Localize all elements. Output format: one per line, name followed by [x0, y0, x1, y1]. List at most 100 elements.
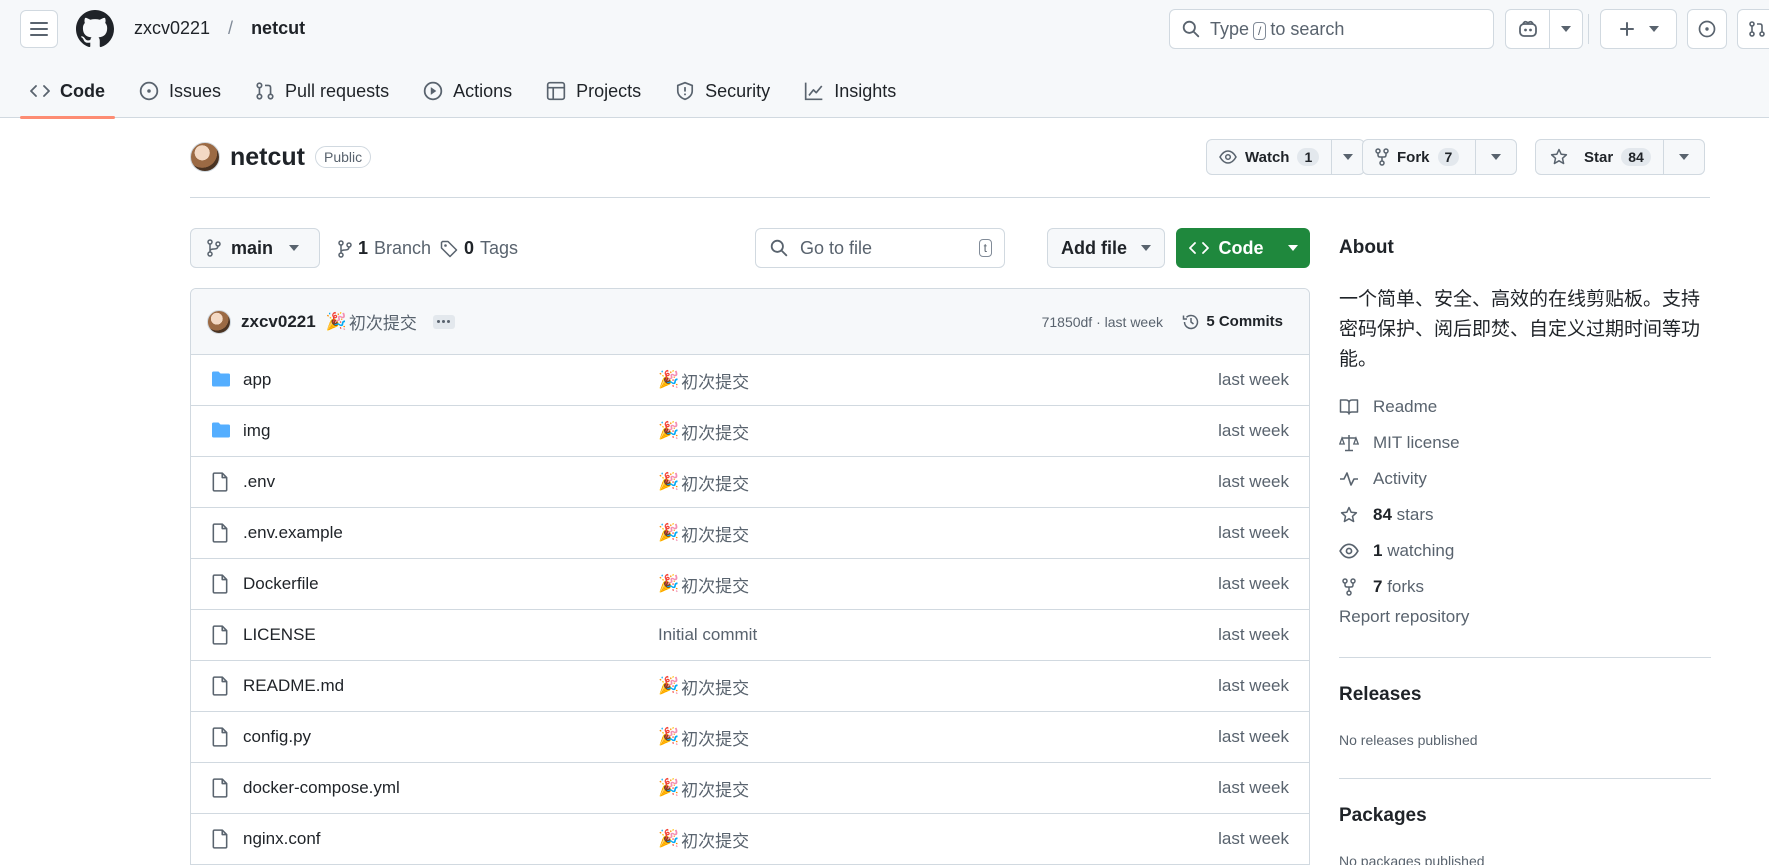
watch-count: 1 [1297, 148, 1320, 166]
star-icon [1340, 506, 1358, 523]
pull-requests-button[interactable] [1737, 9, 1769, 49]
avatar[interactable] [207, 309, 231, 334]
report-repository-link[interactable]: Report repository [1339, 607, 1711, 627]
file-commit-message-link[interactable]: Initial commit [658, 625, 757, 645]
file-icon [212, 727, 228, 747]
table-row[interactable]: docker-compose.yml 🎉 初次提交 last week [191, 763, 1309, 814]
table-row[interactable]: app 🎉 初次提交 last week [191, 355, 1309, 406]
search-shortcut-key: / [1253, 21, 1267, 40]
tab-issues[interactable]: Issues [137, 72, 233, 104]
file-name-link[interactable]: .env.example [243, 523, 343, 543]
file-commit-message-link[interactable]: 🎉 初次提交 [658, 470, 749, 495]
file-commit-message-link[interactable]: 🎉 初次提交 [658, 674, 749, 699]
branch-selector[interactable]: main [190, 228, 320, 268]
tab-security[interactable]: Security [673, 72, 782, 104]
menu-button[interactable] [20, 10, 58, 48]
watch-button[interactable]: Watch 1 [1206, 139, 1366, 175]
tab-pull-requests[interactable]: Pull requests [253, 72, 401, 104]
file-name-link[interactable]: README.md [243, 676, 344, 696]
activity-link[interactable]: Activity [1339, 461, 1711, 497]
star-dropdown[interactable] [1664, 140, 1704, 174]
file-name-link[interactable]: img [243, 421, 270, 441]
law-icon [1339, 435, 1359, 452]
search-suffix: to search [1270, 18, 1345, 39]
file-name-link[interactable]: nginx.conf [243, 829, 321, 849]
releases-heading[interactable]: Releases [1339, 684, 1711, 706]
file-commit-message-text: 初次提交 [681, 678, 750, 698]
table-row[interactable]: config.py 🎉 初次提交 last week [191, 712, 1309, 763]
file-commit-date: last week [1218, 421, 1289, 440]
file-name-link[interactable]: app [243, 370, 271, 390]
party-popper-icon: 🎉 [325, 311, 347, 331]
license-link[interactable]: MIT license [1339, 425, 1711, 461]
avatar[interactable] [190, 142, 220, 172]
table-row[interactable]: nginx.conf 🎉 初次提交 last week [191, 814, 1309, 865]
about-description: 一个简单、安全、高效的在线剪贴板。支持密码保护、阅后即焚、自定义过期时间等功能。 [1339, 289, 1701, 370]
copilot-button[interactable] [1505, 9, 1583, 49]
file-commit-date: last week [1218, 676, 1289, 695]
breadcrumb-repo-link[interactable]: netcut [251, 18, 305, 39]
table-row[interactable]: README.md 🎉 初次提交 last week [191, 661, 1309, 712]
add-file-button[interactable]: Add file [1047, 228, 1165, 268]
file-commit-message-link[interactable]: 🎉 初次提交 [658, 521, 749, 546]
file-commit-message-link[interactable]: 🎉 初次提交 [658, 725, 749, 750]
file-name-link[interactable]: config.py [243, 727, 311, 747]
go-to-file-input[interactable]: Go to file t [755, 228, 1005, 268]
breadcrumb-owner-link[interactable]: zxcv0221 [134, 18, 210, 39]
about-heading: About [1339, 237, 1394, 258]
file-commit-message-link[interactable]: 🎉 初次提交 [658, 368, 749, 393]
tab-actions[interactable]: Actions [421, 72, 524, 104]
table-row[interactable]: .env 🎉 初次提交 last week [191, 457, 1309, 508]
readme-link[interactable]: Readme [1339, 389, 1711, 425]
fork-dropdown[interactable] [1476, 140, 1516, 174]
pulse-icon [1340, 472, 1358, 486]
file-name-link[interactable]: docker-compose.yml [243, 778, 400, 798]
watching-link[interactable]: 1 watching [1339, 533, 1711, 569]
branches-link[interactable]: 1 Branch [338, 238, 431, 259]
tab-label: Pull requests [285, 80, 390, 101]
packages-note: No packages published [1339, 853, 1485, 865]
code-button[interactable]: Code [1176, 228, 1310, 268]
file-icon [212, 625, 228, 645]
table-row[interactable]: LICENSE Initial commit last week [191, 610, 1309, 661]
tag-icon [440, 240, 458, 257]
forks-link[interactable]: 7 forks [1339, 569, 1711, 605]
issues-button[interactable] [1687, 9, 1727, 49]
commit-author-link[interactable]: zxcv0221 [241, 312, 316, 332]
file-commit-message-link[interactable]: 🎉 初次提交 [658, 776, 749, 801]
file-commit-message-link[interactable]: 🎉 初次提交 [658, 572, 749, 597]
tab-projects[interactable]: Projects [544, 72, 653, 104]
table-row[interactable]: img 🎉 初次提交 last week [191, 406, 1309, 457]
star-button[interactable]: Star 84 [1535, 139, 1705, 175]
stars-link[interactable]: 84 stars [1339, 497, 1711, 533]
file-commit-message-link[interactable]: 🎉 初次提交 [658, 419, 749, 444]
issue-icon [139, 81, 159, 101]
file-icon [212, 676, 228, 696]
create-new-button[interactable] [1600, 9, 1677, 49]
github-logo-icon[interactable] [76, 10, 114, 48]
folder-icon [212, 371, 230, 387]
file-name-link[interactable]: Dockerfile [243, 574, 319, 594]
commit-expand-button[interactable] [432, 314, 455, 329]
table-row[interactable]: .env.example 🎉 初次提交 last week [191, 508, 1309, 559]
breadcrumb-separator: / [228, 18, 234, 38]
tab-label: Insights [834, 80, 897, 101]
watch-dropdown[interactable] [1332, 140, 1364, 174]
packages-heading[interactable]: Packages [1339, 805, 1711, 827]
tab-code[interactable]: Code [20, 72, 117, 119]
table-row[interactable]: Dockerfile 🎉 初次提交 last week [191, 559, 1309, 610]
code-button-label: Code [1218, 237, 1264, 258]
commit-hash-time[interactable]: 71850df · last week [1042, 314, 1163, 330]
commit-message-link[interactable]: 🎉 初次提交 [326, 309, 417, 334]
file-commit-message-link[interactable]: 🎉 初次提交 [658, 827, 749, 852]
fork-button[interactable]: Fork 7 [1362, 139, 1518, 175]
tags-link[interactable]: 0 Tags [440, 238, 518, 259]
branch-icon [207, 239, 221, 257]
file-name-link[interactable]: LICENSE [243, 625, 316, 645]
repo-name[interactable]: netcut [230, 143, 305, 172]
global-search-input[interactable]: Type / to search [1169, 9, 1494, 49]
file-name-link[interactable]: .env [243, 472, 275, 492]
tab-insights[interactable]: Insights [802, 72, 908, 104]
commits-history-link[interactable]: 5 Commits [1182, 313, 1283, 331]
fork-label: Fork [1397, 148, 1430, 166]
